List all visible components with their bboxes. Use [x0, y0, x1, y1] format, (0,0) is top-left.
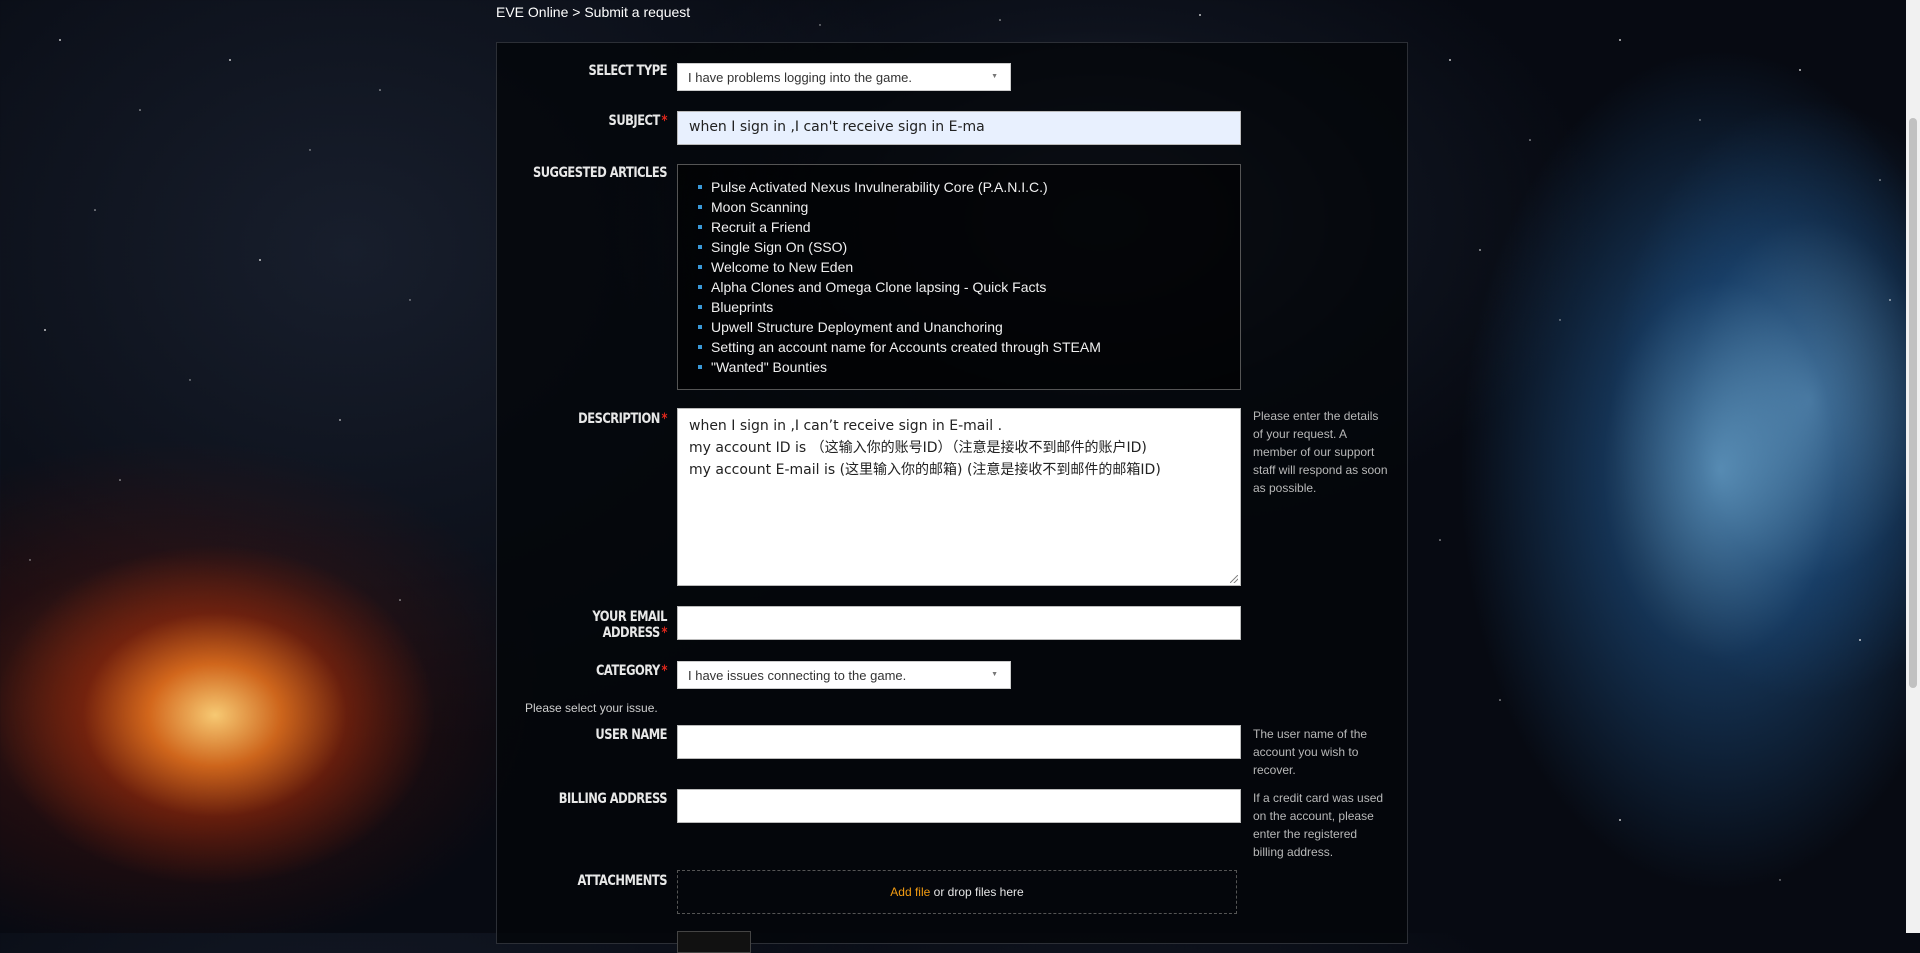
- resize-handle[interactable]: [1230, 575, 1238, 583]
- user-name-label: USER NAME: [528, 727, 667, 743]
- user-name-field[interactable]: [677, 725, 1241, 759]
- subject-input-value: when I sign in ,I can't receive sign in …: [689, 119, 985, 135]
- article-link[interactable]: Upwell Structure Deployment and Unanchor…: [698, 317, 1240, 337]
- select-type-label: SELECT TYPE: [528, 63, 667, 79]
- billing-address-help: If a credit card was used on the account…: [1253, 791, 1384, 859]
- required-mark: *: [661, 625, 667, 641]
- article-link[interactable]: Recruit a Friend: [698, 217, 1240, 237]
- category-note: Please select your issue.: [525, 701, 658, 715]
- category-dropdown[interactable]: I have issues connecting to the game. ▼: [677, 661, 1011, 689]
- attachments-label: ATTACHMENTS: [528, 873, 667, 889]
- subject-label-text: SUBJECT: [608, 113, 661, 129]
- billing-address-label: BILLING ADDRESS: [528, 791, 668, 807]
- required-mark: *: [661, 113, 667, 129]
- suggested-articles-box: Pulse Activated Nexus Invulnerability Co…: [677, 164, 1241, 390]
- description-textarea[interactable]: when I sign in ,I can’t receive sign in …: [677, 408, 1241, 586]
- article-link[interactable]: "Wanted" Bounties: [698, 357, 1240, 377]
- article-link[interactable]: Pulse Activated Nexus Invulnerability Co…: [698, 177, 1240, 197]
- breadcrumb: EVE Online > Submit a request: [496, 4, 690, 20]
- category-label-text: CATEGORY: [595, 663, 660, 679]
- user-name-label-text: USER NAME: [595, 727, 667, 743]
- billing-address-label-text: BILLING ADDRESS: [558, 791, 668, 807]
- category-value: I have issues connecting to the game.: [688, 668, 907, 683]
- description-help: Please enter the details of your request…: [1253, 409, 1388, 495]
- email-label-text: YOUR EMAIL ADDRESS: [592, 609, 667, 641]
- scrollbar-thumb[interactable]: [1909, 118, 1917, 688]
- subject-input[interactable]: when I sign in ,I can't receive sign in …: [677, 111, 1241, 145]
- suggested-articles-label-text: SUGGESTED ARTICLES: [532, 165, 668, 181]
- select-type-label-text: SELECT TYPE: [588, 63, 667, 79]
- description-line: when I sign in ,I can’t receive sign in …: [689, 418, 1003, 434]
- request-form: SELECT TYPE I have problems logging into…: [496, 42, 1408, 953]
- description-line: my account ID is （这输入你的账号ID）（注意是接收不到邮件的账…: [689, 440, 1147, 456]
- article-link[interactable]: Single Sign On (SSO): [698, 237, 1240, 257]
- attachments-label-text: ATTACHMENTS: [577, 873, 667, 889]
- breadcrumb-home-link[interactable]: EVE Online: [496, 4, 568, 20]
- attachment-dropzone[interactable]: Add file or drop files here: [677, 870, 1237, 914]
- description-label: DESCRIPTION *: [528, 411, 667, 427]
- chevron-down-icon: ▼: [991, 73, 998, 80]
- user-name-help: The user name of the account you wish to…: [1253, 727, 1368, 777]
- required-mark: *: [661, 663, 667, 679]
- article-link[interactable]: Welcome to New Eden: [698, 257, 1240, 277]
- breadcrumb-separator: >: [572, 4, 581, 20]
- description-label-text: DESCRIPTION: [578, 411, 660, 427]
- description-line: my account E-mail is (这里输入你的邮箱) (注意是接收不到…: [689, 462, 1161, 478]
- chevron-down-icon: ▼: [991, 671, 998, 678]
- select-type-dropdown[interactable]: I have problems logging into the game. ▼: [677, 63, 1011, 91]
- category-label: CATEGORY *: [528, 663, 668, 679]
- billing-address-field[interactable]: [677, 789, 1241, 823]
- submit-button[interactable]: [677, 931, 751, 953]
- page-scrollbar[interactable]: [1906, 0, 1920, 933]
- breadcrumb-current: Submit a request: [584, 4, 691, 20]
- select-type-value: I have problems logging into the game.: [688, 70, 913, 85]
- email-label: YOUR EMAIL ADDRESS *: [528, 609, 667, 641]
- subject-label: SUBJECT *: [528, 113, 668, 129]
- article-link[interactable]: Moon Scanning: [698, 197, 1240, 217]
- add-file-link[interactable]: Add file: [890, 885, 930, 899]
- article-link[interactable]: Setting an account name for Accounts cre…: [698, 337, 1240, 357]
- drop-files-text: or drop files here: [930, 885, 1024, 899]
- required-mark: *: [661, 411, 667, 427]
- page: EVE Online > Submit a request SELECT TYP…: [0, 0, 1906, 953]
- email-field[interactable]: [677, 606, 1241, 640]
- article-link[interactable]: Blueprints: [698, 297, 1240, 317]
- suggested-articles-label: SUGGESTED ARTICLES: [528, 165, 668, 181]
- article-link[interactable]: Alpha Clones and Omega Clone lapsing - Q…: [698, 277, 1240, 297]
